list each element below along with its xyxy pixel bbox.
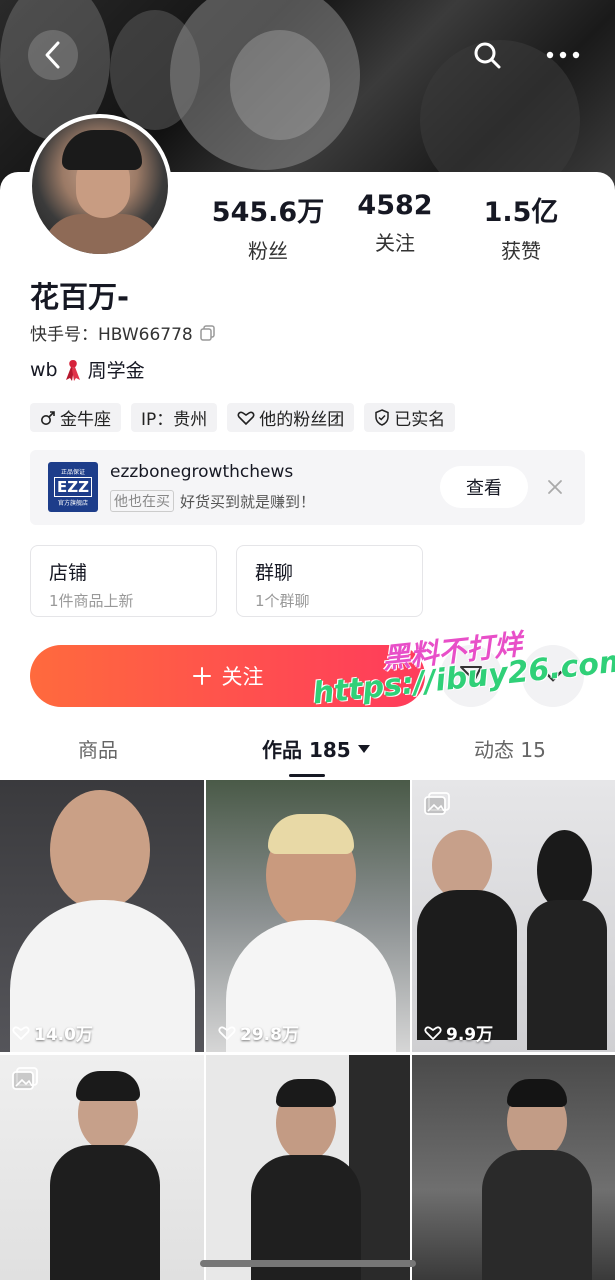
bio-prefix: wb xyxy=(30,358,58,381)
tag-verified: 已实名 xyxy=(364,403,456,432)
tag-label: 他的粉丝团 xyxy=(259,410,345,430)
album-icon xyxy=(12,1067,38,1090)
more-button[interactable] xyxy=(538,30,588,80)
grid-likes-count: 29.8万 xyxy=(240,1025,299,1045)
tab-products[interactable]: 商品 xyxy=(78,734,118,763)
shop-logo: 正品保证 EZZ 官方旗舰店 xyxy=(48,462,98,512)
shop-chip: 他也在买 xyxy=(110,490,174,512)
view-button[interactable]: 查看 xyxy=(440,466,528,508)
entry-group-chat[interactable]: 群聊 1个群聊 xyxy=(236,545,423,617)
stat-value: 4582 xyxy=(357,190,433,221)
grid-item[interactable] xyxy=(206,1055,410,1280)
stat-label: 获赞 xyxy=(501,239,541,263)
grid-item[interactable]: 14.0万 xyxy=(0,780,204,1052)
grid-item[interactable]: 9.9万 xyxy=(412,780,615,1052)
verified-shield-icon xyxy=(375,409,390,426)
stat-following[interactable]: 4582 关注 xyxy=(325,190,465,256)
grid-item[interactable]: 29.8万 xyxy=(206,780,410,1052)
chevron-left-icon xyxy=(45,41,60,69)
male-icon xyxy=(41,410,55,425)
heart-badge-icon xyxy=(237,411,255,425)
avatar[interactable] xyxy=(28,114,172,258)
tab-moments[interactable]: 动态 15 xyxy=(474,734,546,763)
search-icon xyxy=(474,42,501,69)
stat-label: 粉丝 xyxy=(248,239,288,263)
stat-value: 545.6万 xyxy=(211,197,325,228)
grid-likes: 9.9万 xyxy=(424,1020,493,1045)
close-icon xyxy=(548,480,562,494)
tag-fan-group[interactable]: 他的粉丝团 xyxy=(227,403,355,432)
back-button[interactable] xyxy=(28,30,78,80)
profile-uid: 快手号：HBW66778 xyxy=(30,325,193,345)
grid-likes: 29.8万 xyxy=(218,1020,299,1045)
caret-down-icon xyxy=(357,744,370,753)
grid-likes-count: 14.0万 xyxy=(34,1025,93,1045)
copy-icon[interactable] xyxy=(199,324,217,342)
tag-label: 金牛座 xyxy=(60,410,111,430)
grid-likes: 14.0万 xyxy=(12,1020,93,1045)
entry-title: 群聊 xyxy=(255,562,294,584)
heart-icon xyxy=(218,1025,236,1040)
tag-zodiac: 金牛座 xyxy=(30,403,121,432)
plus-icon xyxy=(192,667,211,685)
entry-title: 店铺 xyxy=(49,562,88,584)
tab-works-label: 作品 185 xyxy=(262,738,351,762)
shop-slogan: 好货买到就是赚到！ xyxy=(180,492,316,511)
heart-icon xyxy=(12,1025,30,1040)
tag-ip: IP：贵州 xyxy=(131,403,218,432)
stat-value: 1.5亿 xyxy=(483,197,559,228)
shop-logo-top: 正品保证 xyxy=(60,469,85,476)
entry-subtitle: 1个群聊 xyxy=(255,592,310,610)
shop-name: ezzbonegrowthchews xyxy=(110,462,294,482)
profile-bio: wb 周学金 xyxy=(30,356,145,383)
shop-logo-main: EZZ xyxy=(54,477,92,497)
profile-uid-row: 快手号：HBW66778 xyxy=(30,320,217,345)
heart-icon xyxy=(424,1025,442,1040)
shop-promo-banner[interactable]: 正品保证 EZZ 官方旗舰店 ezzbonegrowthchews 他也在买 好… xyxy=(30,450,585,525)
stat-label: 关注 xyxy=(375,231,415,255)
follow-label: 关注 xyxy=(221,665,264,689)
more-dots-icon xyxy=(546,51,580,59)
grid-item[interactable] xyxy=(0,1055,204,1280)
entry-subtitle: 1件商品上新 xyxy=(49,592,134,610)
content-tabs: 商品 作品 185 动态 15 xyxy=(0,730,615,777)
stat-likes[interactable]: 1.5亿 获赞 xyxy=(451,190,591,264)
search-button[interactable] xyxy=(462,30,512,80)
profile-name: 花百万- xyxy=(30,280,130,314)
bio-suffix: 周学金 xyxy=(87,360,145,382)
tab-works[interactable]: 作品 185 xyxy=(262,734,371,763)
tab-active-indicator xyxy=(289,774,325,777)
grid-item[interactable] xyxy=(412,1055,615,1280)
album-icon xyxy=(424,792,450,815)
ribbon-icon xyxy=(65,359,80,381)
stat-followers[interactable]: 545.6万 粉丝 xyxy=(198,190,338,264)
home-indicator[interactable] xyxy=(200,1260,416,1267)
close-banner-button[interactable] xyxy=(540,472,570,502)
shop-logo-bottom: 官方旗舰店 xyxy=(57,500,88,507)
grid-likes-count: 9.9万 xyxy=(446,1025,494,1045)
shop-subline: 他也在买 好货买到就是赚到！ xyxy=(110,490,315,512)
profile-tags: 金牛座 IP：贵州 他的粉丝团 已实名 xyxy=(30,403,456,432)
works-grid: 14.0万 29.8万 9.9万 xyxy=(0,780,615,1280)
tag-label: IP：贵州 xyxy=(141,410,208,430)
entry-shop[interactable]: 店铺 1件商品上新 xyxy=(30,545,217,617)
tag-label: 已实名 xyxy=(394,410,446,430)
